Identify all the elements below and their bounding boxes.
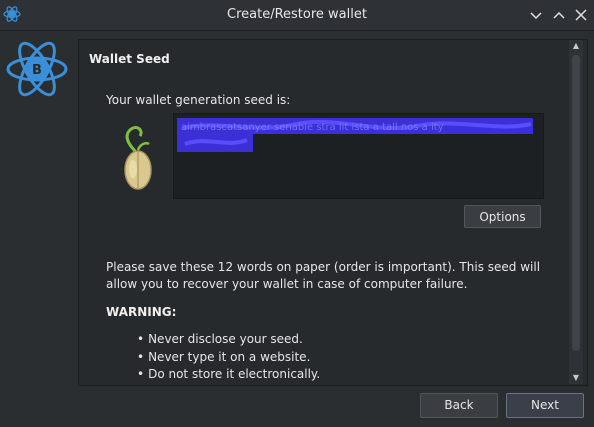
warning-item: Never type it on a website. (137, 349, 320, 367)
maximize-icon[interactable] (550, 6, 568, 24)
svg-text:aimbrascatsanyer senable stra: aimbrascatsanyer senable stra lit ista a… (181, 122, 444, 133)
seed-instructions: Please save these 12 words on paper (ord… (106, 260, 541, 291)
vertical-scrollbar[interactable]: ▲ ▼ (569, 40, 583, 384)
close-icon[interactable] (572, 6, 590, 24)
window-title: Create/Restore wallet (227, 7, 367, 22)
svg-text:B: B (32, 63, 42, 78)
seed-label: Your wallet generation seed is: (106, 93, 291, 107)
sprouting-seed-icon (116, 122, 161, 192)
seed-redaction: aimbrascatsanyer senable stra lit ista a… (177, 118, 533, 152)
title-bar: Create/Restore wallet (0, 0, 594, 31)
warning-list: Never disclose your seed. Never type it … (137, 331, 320, 384)
warning-item: Do not store it electronically. (137, 366, 320, 384)
panel-heading: Wallet Seed (89, 52, 170, 66)
warning-item: Never disclose your seed. (137, 331, 320, 349)
warning-heading: WARNING: (106, 305, 177, 319)
minimize-icon[interactable] (527, 6, 545, 24)
scroll-up-arrow-icon[interactable]: ▲ (569, 40, 583, 52)
options-button[interactable]: Options (464, 205, 541, 228)
scroll-down-arrow-icon[interactable]: ▼ (569, 372, 583, 384)
scroll-thumb[interactable] (572, 55, 580, 351)
wallet-seed-panel: Wallet Seed Your wallet generation seed … (78, 39, 588, 386)
next-button[interactable]: Next (506, 393, 584, 418)
electrum-bitcoin-logo: B (5, 40, 69, 98)
back-button[interactable]: Back (420, 393, 498, 418)
seed-text-area[interactable]: aimbrascatsanyer senable stra lit ista a… (173, 113, 544, 199)
